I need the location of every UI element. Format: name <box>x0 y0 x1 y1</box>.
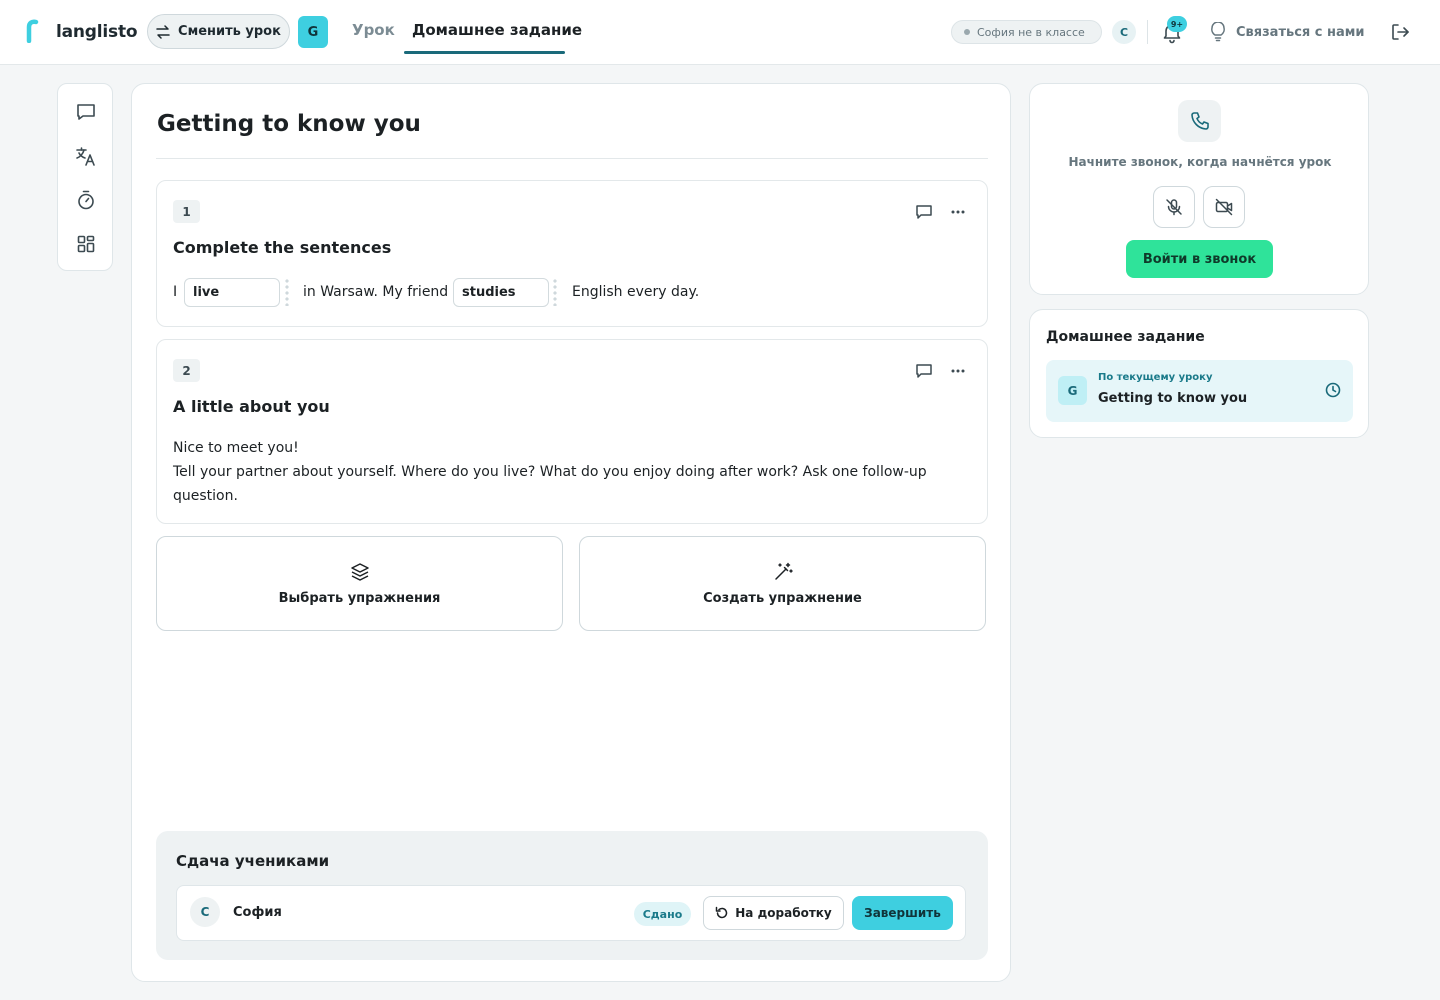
mic-off-icon <box>1165 198 1183 216</box>
create-exercise-label: Создать упражнение <box>703 590 862 606</box>
grid-icon[interactable] <box>75 233 97 255</box>
switch-lesson-label: Сменить урок <box>178 24 281 39</box>
layers-icon <box>350 562 370 582</box>
create-exercise-button[interactable]: Создать упражнение <box>579 536 986 631</box>
magic-wand-icon <box>773 562 793 582</box>
drag-handle-icon[interactable] <box>553 278 557 306</box>
tab-homework[interactable]: Домашнее задание <box>412 21 582 39</box>
sentence-text: I <box>173 284 178 300</box>
homework-panel-title: Домашнее задание <box>1046 329 1205 345</box>
exercise-text: Nice to meet you! Tell your partner abou… <box>173 436 933 508</box>
switch-lesson-button[interactable]: Сменить урок <box>147 14 290 49</box>
join-call-button[interactable]: Войти в звонок <box>1126 240 1273 278</box>
active-tab-indicator <box>404 51 565 54</box>
gap-input-2[interactable] <box>453 278 549 307</box>
phone-icon <box>1178 100 1221 142</box>
camera-toggle-button[interactable] <box>1203 186 1245 228</box>
user-avatar[interactable]: С <box>1112 20 1136 44</box>
student-name: София <box>233 905 282 920</box>
comment-icon[interactable] <box>915 203 933 221</box>
call-hint: Начните звонок, когда начнётся урок <box>1068 155 1332 169</box>
choose-exercises-button[interactable]: Выбрать упражнения <box>156 536 563 631</box>
table-row: С София Сдано На доработку Завершить <box>176 885 966 941</box>
submissions-title: Сдача учениками <box>176 852 330 870</box>
exercise-number: 1 <box>173 200 200 223</box>
student-submissions: Сдача учениками С София Сдано На доработ… <box>156 831 988 960</box>
send-back-button[interactable]: На доработку <box>703 896 844 930</box>
comment-icon[interactable] <box>915 362 933 380</box>
top-bar: langlisto Сменить урок G Урок Домашнее з… <box>0 0 1440 65</box>
homework-editor: Getting to know you 1 Complete the sente… <box>131 83 1011 982</box>
app-name: langlisto <box>56 22 138 42</box>
exercise-title: A little about you <box>173 397 330 416</box>
title-divider <box>156 158 988 159</box>
exercise-actions <box>915 362 967 380</box>
student-status-badge: София не в классе <box>951 20 1102 44</box>
exercise-title: Complete the sentences <box>173 238 392 257</box>
gap-input-1[interactable] <box>184 278 280 307</box>
page-title: Getting to know you <box>157 111 421 137</box>
finish-button[interactable]: Завершить <box>852 896 953 930</box>
notification-count-badge: 9+ <box>1167 16 1187 32</box>
call-panel: Начните звонок, когда начнётся урок Войт… <box>1029 83 1369 295</box>
logout-icon[interactable] <box>1390 22 1410 42</box>
logo[interactable]: langlisto <box>26 19 138 45</box>
avatar: С <box>190 897 220 927</box>
translate-icon[interactable] <box>75 145 97 167</box>
sentence-text: English every day. <box>572 284 700 300</box>
swap-icon <box>156 24 170 39</box>
mic-toggle-button[interactable] <box>1153 186 1195 228</box>
exercise-text-line: Nice to meet you! <box>173 440 299 456</box>
lesson-badge[interactable]: G <box>298 16 328 48</box>
logo-icon <box>26 19 46 45</box>
sentence-text: in Warsaw. My friend <box>303 284 449 300</box>
chat-icon[interactable] <box>75 101 97 123</box>
drag-handle-icon[interactable] <box>285 278 289 306</box>
exercise-text-line: Tell your partner about yourself. Where … <box>173 464 927 504</box>
exercise-card: 1 Complete the sentences I in Warsaw. My… <box>156 180 988 327</box>
exercise-actions <box>915 203 967 221</box>
lightbulb-icon <box>1210 22 1226 42</box>
choose-exercises-label: Выбрать упражнения <box>278 590 441 606</box>
send-back-label: На доработку <box>735 906 832 920</box>
list-item[interactable]: G По текущему уроку Getting to know you <box>1046 360 1353 422</box>
status-badge: Сдано <box>634 902 691 926</box>
tool-rail <box>57 83 113 271</box>
more-icon[interactable] <box>949 362 967 380</box>
homework-name: Getting to know you <box>1098 391 1248 406</box>
header-divider <box>1147 20 1148 44</box>
timer-icon[interactable] <box>75 189 97 211</box>
exercise-number: 2 <box>173 359 200 382</box>
tab-lesson[interactable]: Урок <box>352 21 395 39</box>
clock-icon[interactable] <box>1324 381 1342 399</box>
lesson-badge: G <box>1058 376 1087 405</box>
homework-panel: Домашнее задание G По текущему уроку Get… <box>1029 309 1369 438</box>
refresh-icon <box>715 906 729 920</box>
more-icon[interactable] <box>949 203 967 221</box>
status-dot-icon <box>964 29 970 35</box>
contact-us-button[interactable]: Связаться с нами <box>1210 22 1365 42</box>
student-status-text: София не в классе <box>977 25 1085 39</box>
homework-kicker: По текущему уроку <box>1098 372 1213 383</box>
exercise-card: 2 A little about you Nice to meet you! T… <box>156 339 988 524</box>
camera-off-icon <box>1215 198 1233 216</box>
contact-us-label: Связаться с нами <box>1236 24 1365 40</box>
